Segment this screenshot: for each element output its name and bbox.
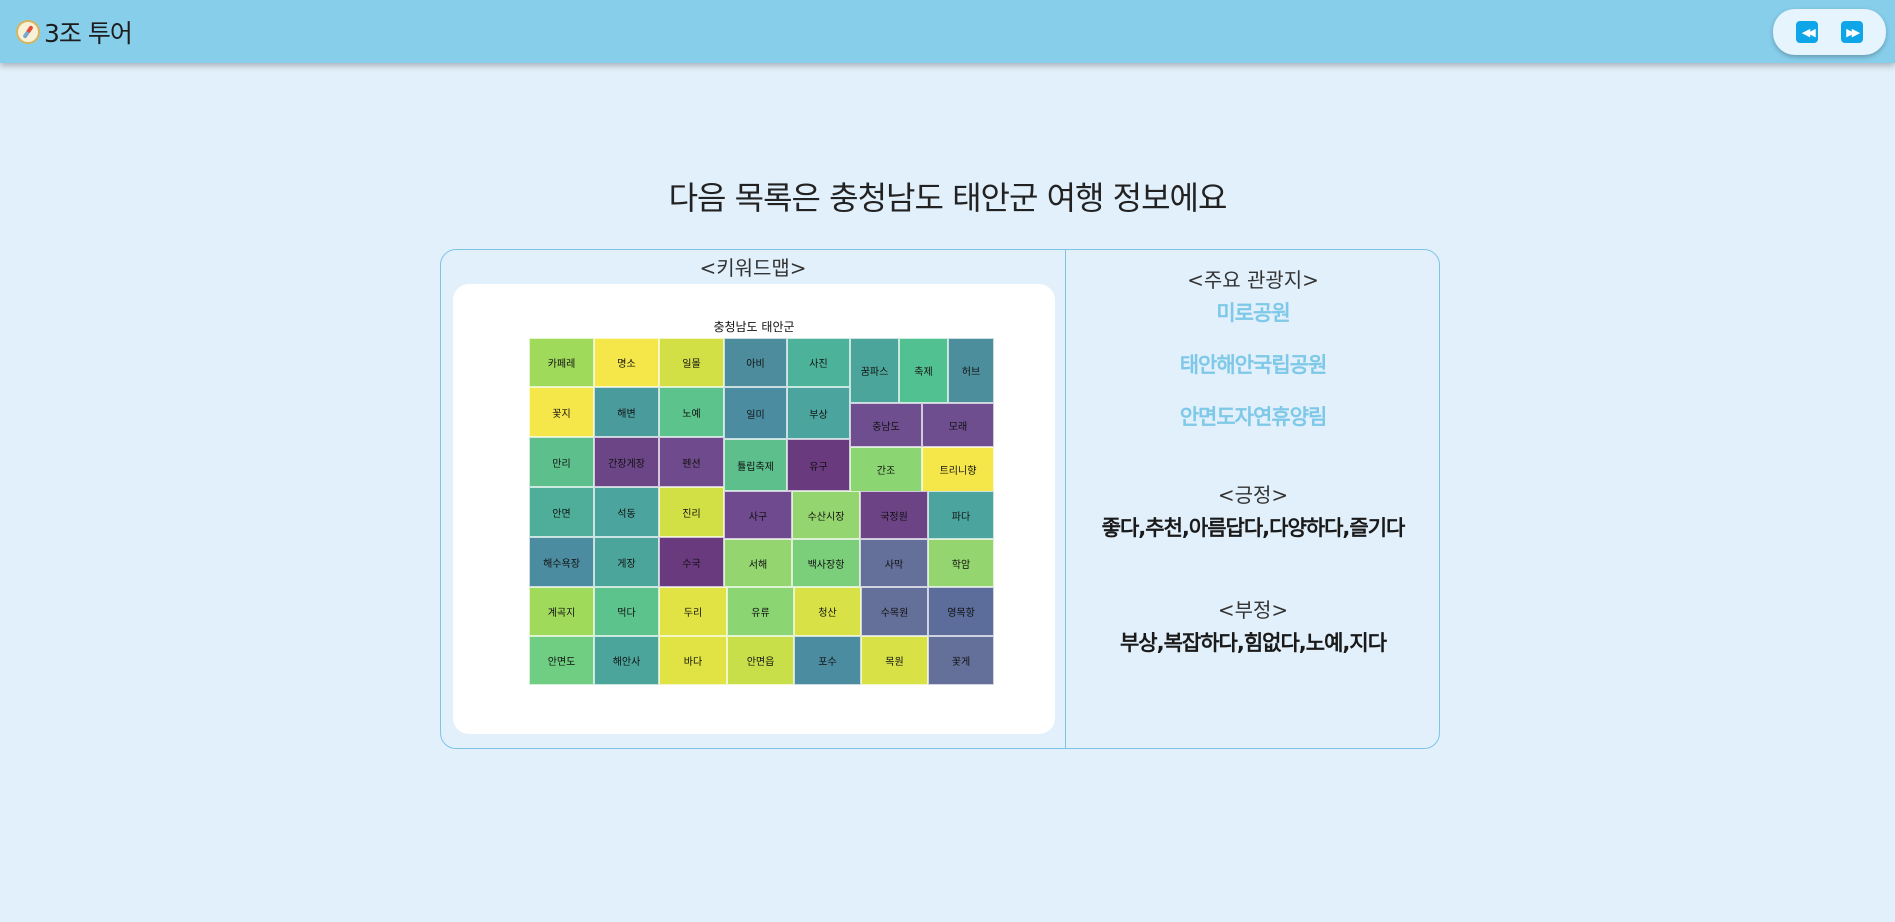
app-title: 3조 투어 <box>44 19 133 48</box>
treemap-tile: 학암 <box>928 539 994 587</box>
treemap-tile: 해안사 <box>594 636 659 685</box>
slide-nav: ◀◀ ▶▶ <box>1773 9 1886 55</box>
treemap-tile: 국정원 <box>860 491 928 539</box>
treemap-tile: 게장 <box>594 537 659 587</box>
treemap-tile: 꽃게 <box>928 636 994 685</box>
treemap-tile: 일몰 <box>659 338 724 387</box>
treemap-tile: 목원 <box>861 636 928 685</box>
treemap-tile: 안면 <box>529 487 594 537</box>
treemap-tile: 카페레 <box>529 338 594 387</box>
info-panel: <키워드맵> 충청남도 태안군 카페레 명소 일몰 아비 사진 꿈파스 축제 허브꽃지 해변 노예… <box>440 249 1440 749</box>
treemap-tile: 튤립축제 <box>724 439 787 491</box>
negative-words: 부상,복잡하다,힘없다,노예,지다 <box>1119 631 1387 655</box>
treemap-tile: 유구 <box>787 439 850 491</box>
top-bar: 3조 투어 ◀◀ ▶▶ <box>0 0 1895 63</box>
treemap-tile: 영목항 <box>928 587 994 636</box>
attraction-item[interactable]: 미로공원 <box>1066 297 1440 327</box>
treemap-tile: 먹다 <box>594 587 659 636</box>
summary-column: <주요 관광지> 미로공원 태안해안국립공원 안면도자연휴양림 <긍정> 좋다,… <box>1066 250 1440 657</box>
treemap-tile: 청산 <box>794 587 861 636</box>
treemap-tile: 아비 <box>724 338 787 387</box>
treemap-tile: 사구 <box>724 491 792 539</box>
treemap-tile: 간장게장 <box>594 437 659 487</box>
treemap-tile: 꿈파스 <box>850 338 899 403</box>
keyword-map-card: 충청남도 태안군 카페레 명소 일몰 아비 사진 꿈파스 축제 허브꽃지 해변 노예 일미 부상 충남도… <box>453 284 1055 734</box>
page-title: 다음 목록은 충청남도 태안군 여행 정보에요 <box>668 179 1228 217</box>
treemap-tile: 수목원 <box>861 587 928 636</box>
treemap-tile: 허브 <box>948 338 994 403</box>
treemap-title: 충청남도 태안군 <box>713 320 795 334</box>
treemap-tile: 석동 <box>594 487 659 537</box>
treemap-tile: 해변 <box>594 387 659 437</box>
keyword-treemap: 카페레 명소 일몰 아비 사진 꿈파스 축제 허브꽃지 해변 노예 일미 부상 충남도 모래만리 간장게장 펜… <box>529 338 994 685</box>
treemap-tile: 포수 <box>794 636 861 685</box>
treemap-tile: 사진 <box>787 338 850 387</box>
treemap-tile: 부상 <box>787 387 850 439</box>
treemap-tile: 간조 <box>850 447 922 492</box>
treemap-tile: 꽃지 <box>529 387 594 437</box>
positive-label: <긍정> <box>1217 483 1289 507</box>
fast-forward-icon[interactable]: ▶▶ <box>1840 21 1863 43</box>
positive-words: 좋다,추천,아름답다,다양하다,즐기다 <box>1101 516 1406 540</box>
treemap-tile: 계곡지 <box>529 587 594 636</box>
treemap-tile: 트리니향 <box>922 447 994 492</box>
treemap-tile: 진리 <box>659 487 724 537</box>
treemap-tile: 백사장항 <box>792 539 860 587</box>
negative-label: <부정> <box>1217 598 1289 622</box>
attraction-item[interactable]: 안면도자연휴양림 <box>1066 401 1440 431</box>
treemap-tile: 안면읍 <box>727 636 794 685</box>
treemap-tile: 두리 <box>659 587 727 636</box>
treemap-tile: 서해 <box>724 539 792 587</box>
treemap-tile: 펜션 <box>659 437 724 487</box>
attractions-label: <주요 관광지> <box>1187 268 1319 292</box>
treemap-tile: 해수욕장 <box>529 537 594 587</box>
rewind-icon[interactable]: ◀◀ <box>1796 21 1819 43</box>
treemap-tile: 수산시장 <box>792 491 860 539</box>
brand[interactable]: 3조 투어 <box>16 14 133 50</box>
treemap-tile: 유류 <box>727 587 794 636</box>
treemap-tile: 명소 <box>594 338 659 387</box>
keyword-map-label: <키워드맵> <box>699 256 807 280</box>
treemap-tile: 일미 <box>724 387 787 439</box>
attraction-item[interactable]: 태안해안국립공원 <box>1066 349 1440 379</box>
compass-icon <box>16 20 40 44</box>
treemap-tile: 축제 <box>899 338 948 403</box>
treemap-tile: 노예 <box>659 387 724 437</box>
treemap-tile: 파다 <box>928 491 994 539</box>
treemap-tile: 수국 <box>659 537 724 587</box>
treemap-tile: 바다 <box>659 636 727 685</box>
treemap-tile: 안면도 <box>529 636 594 685</box>
treemap-tile: 충남도 <box>850 403 922 447</box>
treemap-tile: 만리 <box>529 437 594 487</box>
treemap-tile: 사막 <box>860 539 928 587</box>
treemap-tile: 모래 <box>922 403 994 447</box>
